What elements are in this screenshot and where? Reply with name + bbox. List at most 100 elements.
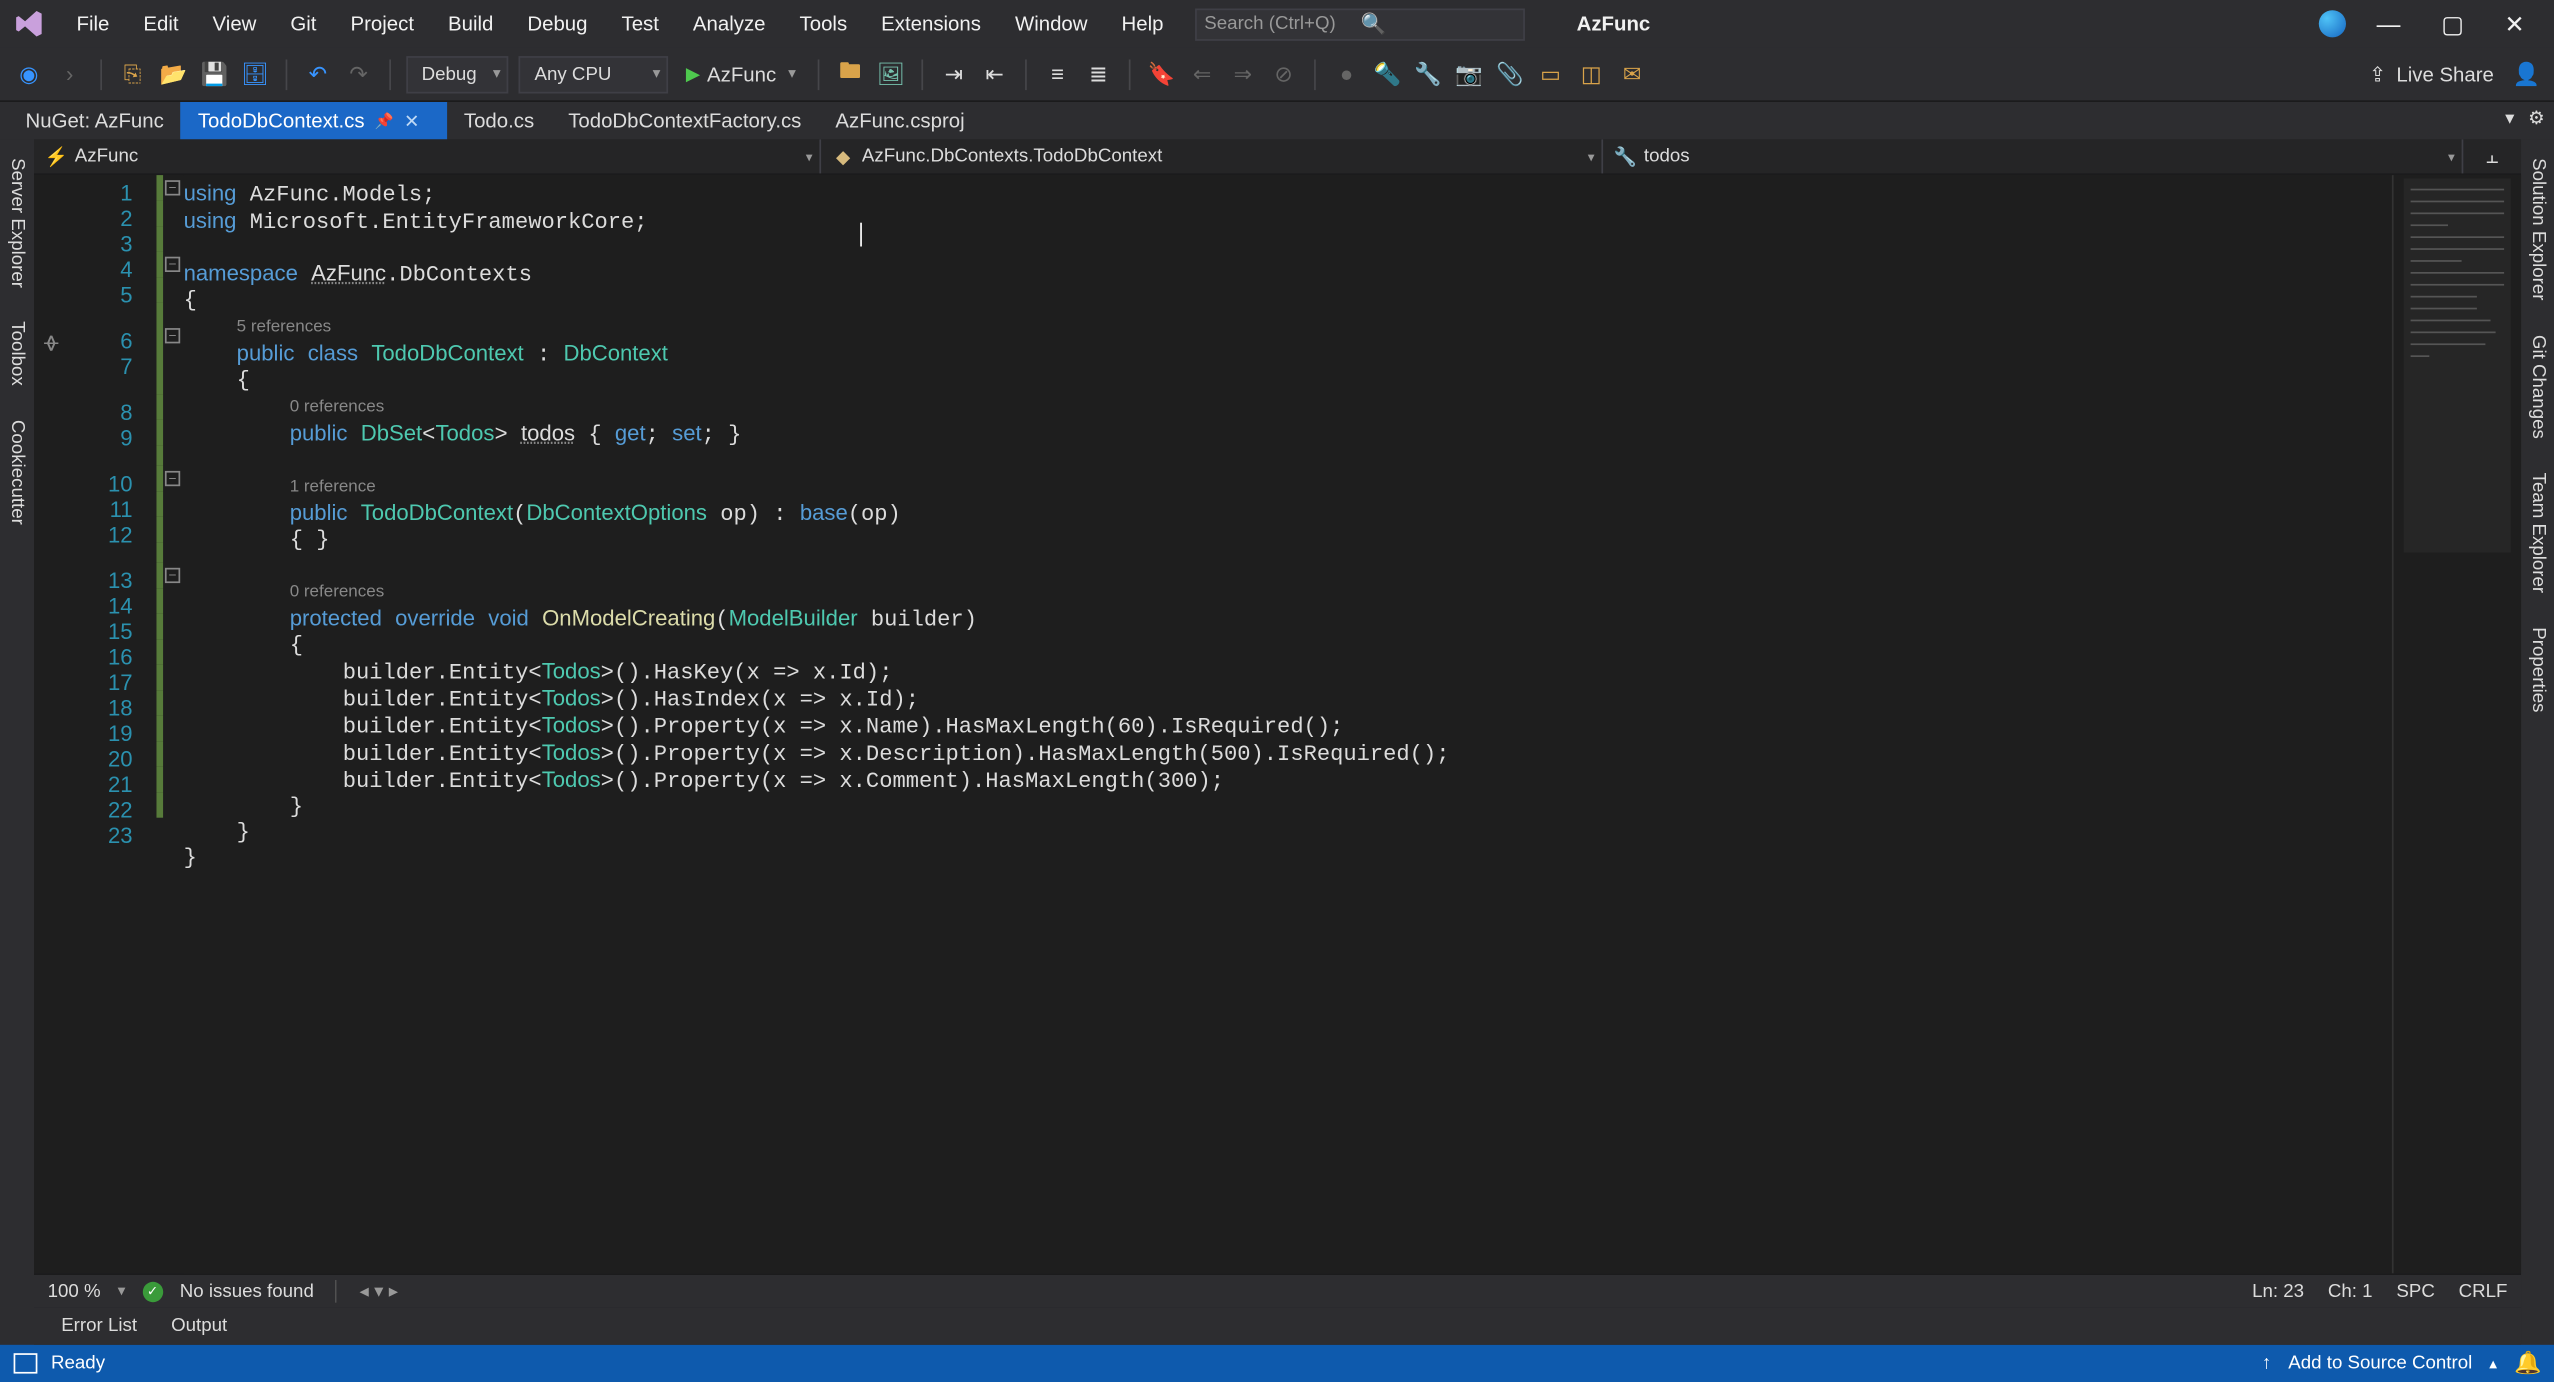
glyph-margin-icon: ᚖ xyxy=(44,332,58,358)
eol-mode[interactable]: CRLF xyxy=(2459,1281,2508,1301)
panel-solution-explorer[interactable]: Solution Explorer xyxy=(2528,153,2548,306)
step-icon[interactable]: ⇥ xyxy=(939,59,970,90)
mail-icon[interactable]: ✉ xyxy=(1617,59,1648,90)
menu-view[interactable]: View xyxy=(197,5,271,42)
menu-file[interactable]: File xyxy=(61,5,124,42)
tab-error-list[interactable]: Error List xyxy=(48,1311,151,1342)
panel-cookiecutter[interactable]: Cookiecutter xyxy=(7,415,27,530)
csharp-project-icon: ⚡ xyxy=(44,145,68,169)
start-debugging-button[interactable]: ▶ AzFunc ▾ xyxy=(679,62,803,86)
issues-status[interactable]: No issues found xyxy=(180,1281,314,1301)
live-share-icon: ⇪ xyxy=(2369,62,2386,86)
indent-mode[interactable]: SPC xyxy=(2396,1281,2434,1301)
attach-icon[interactable]: 📎 xyxy=(1494,59,1525,90)
panel-toolbox[interactable]: Toolbox xyxy=(7,317,27,392)
tab-csproj[interactable]: AzFunc.csproj xyxy=(818,102,981,139)
undo-icon[interactable]: ↶ xyxy=(303,59,334,90)
save-icon[interactable]: 💾 xyxy=(199,59,230,90)
browse-icon[interactable]: 🖿 xyxy=(835,59,866,90)
window-close-button[interactable]: ✕ xyxy=(2494,6,2534,42)
panel-git-changes[interactable]: Git Changes xyxy=(2528,329,2548,443)
menu-tools[interactable]: Tools xyxy=(784,5,862,42)
window-restore-button[interactable]: ▢ xyxy=(2431,6,2474,42)
modification-bar xyxy=(156,175,163,1273)
tabs-dropdown-icon[interactable]: ▾ xyxy=(2505,107,2514,129)
zoom-level[interactable]: 100 % xyxy=(48,1281,101,1301)
nav-arrows-icon[interactable]: ◂ ▾ ▸ xyxy=(360,1280,399,1302)
menu-debug[interactable]: Debug xyxy=(512,5,603,42)
solution-name: AzFunc xyxy=(1577,12,1651,36)
standard-toolbar: ◉ › ⎘ 📂 💾 🗄 ↶ ↷ Debug Any CPU ▶ AzFunc ▾… xyxy=(0,48,2554,102)
nav-type-dropdown[interactable]: ◆ AzFunc.DbContexts.TodoDbContext xyxy=(821,139,1603,173)
panel-server-explorer[interactable]: Server Explorer xyxy=(7,153,27,293)
tool-icon[interactable]: 🔧 xyxy=(1413,59,1444,90)
right-dock: Solution Explorer Git Changes Team Explo… xyxy=(2521,139,2554,1344)
panel-properties[interactable]: Properties xyxy=(2528,622,2548,717)
tab-output[interactable]: Output xyxy=(157,1311,240,1342)
step2-icon[interactable]: ⇤ xyxy=(979,59,1010,90)
nav-forward-icon: › xyxy=(54,59,85,90)
solution-platform-dropdown[interactable]: Any CPU xyxy=(519,55,669,92)
menu-edit[interactable]: Edit xyxy=(128,5,194,42)
tab-nuget[interactable]: NuGet: AzFunc xyxy=(9,102,181,139)
find-icon[interactable]: 🔦 xyxy=(1372,59,1403,90)
tab-todo[interactable]: Todo.cs xyxy=(447,102,551,139)
nav-back-icon[interactable]: ◉ xyxy=(14,59,45,90)
bookmark-icon[interactable]: 🔖 xyxy=(1146,59,1177,90)
open-icon[interactable]: 📂 xyxy=(158,59,189,90)
camera-icon[interactable]: 📷 xyxy=(1454,59,1485,90)
text-caret xyxy=(860,223,862,247)
caret-line: Ln: 23 xyxy=(2252,1281,2304,1301)
menu-extensions[interactable]: Extensions xyxy=(866,5,996,42)
menu-analyze[interactable]: Analyze xyxy=(678,5,781,42)
tab-tododbcontext[interactable]: TodoDbContext.cs 📌 ✕ xyxy=(181,102,447,139)
card-icon[interactable]: ▭ xyxy=(1535,59,1566,90)
next-bookmark-icon: ⇒ xyxy=(1228,59,1259,90)
split-editor-icon[interactable]: ⫠ xyxy=(2463,139,2521,173)
window-icon-tb[interactable]: ◫ xyxy=(1576,59,1607,90)
minimap[interactable] xyxy=(2392,175,2521,1273)
save-all-icon[interactable]: 🗄 xyxy=(240,59,271,90)
menu-git[interactable]: Git xyxy=(275,5,332,42)
quick-launch-search[interactable]: Search (Ctrl+Q) 🔍 xyxy=(1196,8,1526,40)
property-icon: 🔧 xyxy=(1613,145,1637,169)
tab-factory[interactable]: TodoDbContextFactory.cs xyxy=(551,102,818,139)
breakpoint-icon[interactable]: ● xyxy=(1331,59,1362,90)
redo-icon: ↷ xyxy=(343,59,374,90)
pin-icon[interactable]: 📌 xyxy=(375,111,394,130)
menu-build[interactable]: Build xyxy=(433,5,509,42)
bottom-tool-window-tabs: Error List Output xyxy=(34,1307,2521,1344)
close-tab-icon[interactable]: ✕ xyxy=(404,110,420,132)
play-icon: ▶ xyxy=(686,63,700,85)
add-to-source-control[interactable]: Add to Source Control xyxy=(2288,1353,2472,1373)
solution-config-dropdown[interactable]: Debug xyxy=(406,55,509,92)
left-dock: Server Explorer Toolbox Cookiecutter xyxy=(0,139,34,1344)
nav-project-dropdown[interactable]: ⚡ AzFunc xyxy=(34,139,821,173)
tabs-gear-icon[interactable]: ⚙ xyxy=(2528,107,2545,129)
notifications-bell-icon[interactable]: 🔔 xyxy=(2514,1350,2542,1377)
window-minimize-button[interactable]: — xyxy=(2366,7,2410,41)
menu-test[interactable]: Test xyxy=(606,5,674,42)
outlining-bar[interactable]: − − − − − xyxy=(163,175,183,1273)
new-project-icon[interactable]: ⎘ xyxy=(117,59,148,90)
indent-icon[interactable]: ≣ xyxy=(1083,59,1114,90)
line-number-gutter: ᚖ 12345 67 89 101112 1314151617181920212… xyxy=(34,175,156,1273)
code-editor[interactable]: ᚖ 12345 67 89 101112 1314151617181920212… xyxy=(34,175,2521,1273)
account-globe-icon[interactable] xyxy=(2319,10,2346,37)
menu-window[interactable]: Window xyxy=(1000,5,1103,42)
source-control-up-icon: ↑ xyxy=(2262,1353,2271,1373)
status-bar: Ready ↑ Add to Source Control ▴ 🔔 xyxy=(0,1345,2554,1382)
menu-help[interactable]: Help xyxy=(1106,5,1179,42)
search-icon: 🔍 xyxy=(1361,12,1517,36)
outdent-icon[interactable]: ≡ xyxy=(1042,59,1073,90)
panel-team-explorer[interactable]: Team Explorer xyxy=(2528,467,2548,598)
document-tabstrip: NuGet: AzFunc TodoDbContext.cs 📌 ✕ Todo.… xyxy=(0,102,2554,139)
code-surface[interactable]: using AzFunc.Models; using Microsoft.Ent… xyxy=(184,175,2392,1273)
menu-project[interactable]: Project xyxy=(335,5,429,42)
nav-member-dropdown[interactable]: 🔧 todos xyxy=(1603,139,2463,173)
status-window-icon[interactable] xyxy=(14,1353,38,1373)
live-share-button[interactable]: ⇪ Live Share xyxy=(2369,62,2494,86)
caret-col: Ch: 1 xyxy=(2328,1281,2373,1301)
feedback-icon[interactable]: 👤 xyxy=(2511,59,2542,90)
image-icon[interactable]: 🖼 xyxy=(876,59,907,90)
